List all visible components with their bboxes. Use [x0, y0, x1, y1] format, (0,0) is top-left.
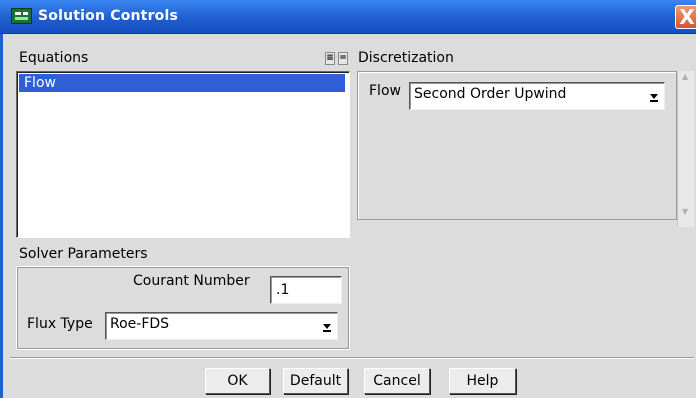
discretization-panel: Flow Second Order Upwind: [357, 71, 677, 220]
flux-type-label: Flux Type: [27, 316, 93, 332]
flux-type-dropdown[interactable]: Roe-FDS: [105, 312, 338, 340]
divider: [10, 357, 694, 359]
window-edge: [0, 34, 3, 398]
close-button[interactable]: X: [675, 5, 696, 29]
flow-scheme-dropdown[interactable]: Second Order Upwind: [409, 82, 665, 110]
list-item-flow[interactable]: Flow: [19, 74, 345, 92]
solver-parameters-heading: Solver Parameters: [19, 246, 148, 262]
ok-button[interactable]: OK: [205, 368, 270, 394]
flux-type-value: Roe-FDS: [110, 316, 170, 332]
equations-heading: Equations: [19, 50, 89, 66]
deselect-all-icon[interactable]: =: [338, 52, 348, 65]
equations-list[interactable]: Flow: [16, 71, 350, 238]
default-button[interactable]: Default: [283, 368, 348, 394]
flow-scheme-value: Second Order Upwind: [414, 86, 567, 102]
title-bar[interactable]: Solution Controls X: [0, 0, 696, 34]
courant-number-input[interactable]: .1: [270, 276, 342, 304]
courant-number-label: Courant Number: [133, 273, 250, 289]
cancel-button[interactable]: Cancel: [364, 368, 430, 394]
window-title: Solution Controls: [38, 8, 179, 24]
discretization-flow-label: Flow: [369, 83, 401, 99]
discretization-scrollbar[interactable]: ▲ ▼: [677, 71, 694, 227]
chevron-down-icon: [650, 94, 658, 99]
app-icon: [11, 8, 32, 24]
close-icon: X: [679, 5, 695, 29]
chevron-down-icon: [323, 324, 331, 329]
scroll-down-icon[interactable]: ▼: [682, 207, 688, 216]
scroll-up-icon[interactable]: ▲: [682, 72, 688, 81]
select-all-icon[interactable]: ≡: [325, 52, 335, 65]
discretization-heading: Discretization: [358, 50, 454, 66]
help-button[interactable]: Help: [449, 368, 516, 394]
